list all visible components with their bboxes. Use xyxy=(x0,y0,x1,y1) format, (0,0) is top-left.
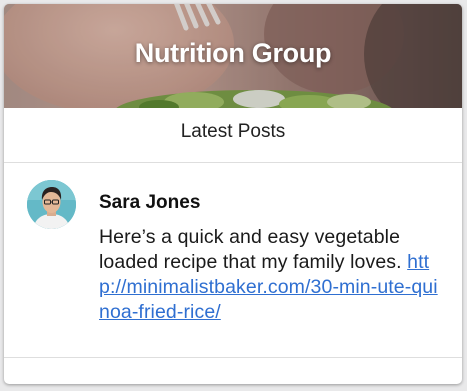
tab-latest-posts[interactable]: Latest Posts xyxy=(181,121,286,143)
post-text: Here’s a quick and easy vegetable loaded… xyxy=(99,226,402,273)
tab-bar: Latest Posts xyxy=(4,108,462,163)
group-card: Nutrition Group Latest Posts Sara Jones … xyxy=(4,4,462,384)
avatar[interactable] xyxy=(27,180,76,229)
group-title: Nutrition Group xyxy=(134,38,332,68)
group-header: Nutrition Group xyxy=(4,4,462,108)
post-body: Here’s a quick and easy vegetable loaded… xyxy=(99,225,444,325)
post-author[interactable]: Sara Jones xyxy=(99,192,200,214)
post-item: Sara Jones Here’s a quick and easy veget… xyxy=(4,163,462,358)
